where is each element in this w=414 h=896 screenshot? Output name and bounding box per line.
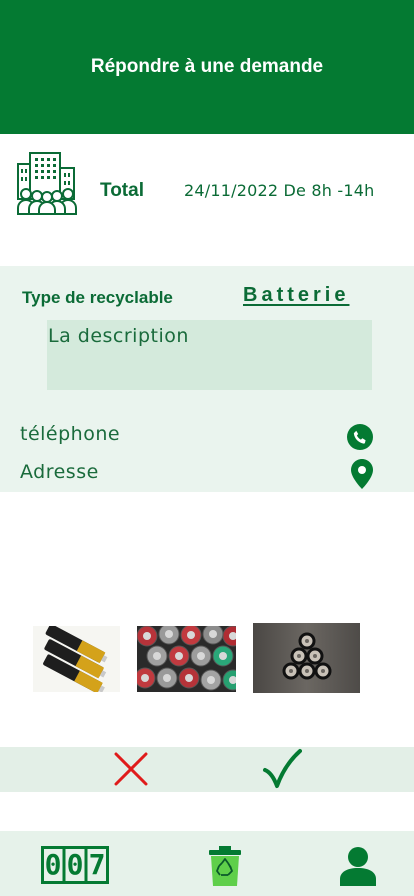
- address-label: Adresse: [20, 461, 99, 483]
- close-icon[interactable]: [112, 750, 150, 788]
- page-title: Répondre à une demande: [90, 56, 324, 77]
- aa-batteries-photo[interactable]: [33, 626, 120, 692]
- building-people-icon: [17, 152, 77, 215]
- description-field[interactable]: La description: [47, 320, 372, 390]
- user-icon[interactable]: [340, 846, 376, 886]
- counter-digit-3: 7: [88, 848, 106, 881]
- recyclable-type-value[interactable]: Batterie: [243, 284, 349, 307]
- counter-digit-1: 0: [44, 848, 62, 881]
- phone-icon[interactable]: [347, 424, 373, 450]
- app-header: Répondre à une demande: [0, 0, 414, 134]
- location-pin-icon[interactable]: [351, 459, 373, 489]
- check-icon[interactable]: [262, 748, 302, 790]
- pickup-schedule: 24/11/2022 De 8h -14h: [184, 181, 375, 200]
- company-name: Total: [100, 180, 144, 201]
- battery-tops-photo[interactable]: [137, 626, 236, 692]
- battery-pyramid-photo[interactable]: [253, 623, 360, 693]
- action-bar: [0, 747, 414, 792]
- recyclable-type-label: Type de recyclable: [22, 288, 173, 307]
- counter-digit-2: 0: [66, 848, 84, 881]
- counter-icon[interactable]: 0 0 7: [41, 846, 109, 884]
- phone-label: téléphone: [20, 423, 121, 445]
- recycle-bin-icon[interactable]: [208, 846, 242, 886]
